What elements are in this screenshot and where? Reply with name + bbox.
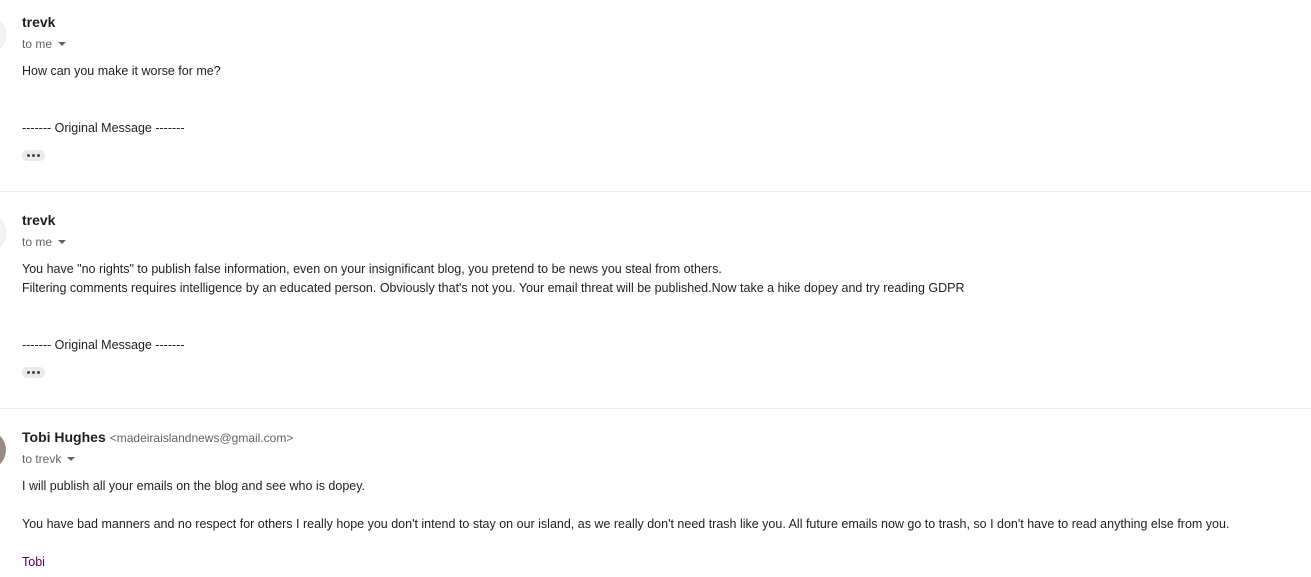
message-2: trevk to me You have "no rights" to publ… [0, 192, 1311, 408]
message-3: Tobi Hughes <madeiraislandnews@gmail.com>… [0, 409, 1311, 577]
message-body-line: You have bad manners and no respect for … [22, 517, 1230, 531]
sender-avatar[interactable] [0, 15, 6, 55]
show-trimmed-content-button[interactable] [22, 367, 45, 378]
recipient-label: to me [22, 235, 53, 249]
original-message-header: ------- Original Message ------- [22, 338, 185, 352]
sender-name[interactable]: trevk [22, 212, 55, 228]
recipient-details[interactable]: to trevk [22, 452, 76, 466]
sender-line: Tobi Hughes <madeiraislandnews@gmail.com> [22, 429, 293, 447]
caret-down-icon[interactable] [58, 239, 67, 244]
email-thread: trevk to me How can you make it worse fo… [0, 0, 1311, 577]
more-horiz-icon [27, 154, 30, 157]
message-1: trevk to me How can you make it worse fo… [0, 0, 1311, 191]
recipient-details[interactable]: to me [22, 235, 67, 249]
sender-line: trevk [22, 14, 55, 32]
message-body-line: Filtering comments requires intelligence… [22, 281, 965, 295]
sender-line: trevk [22, 212, 55, 230]
message-body-line: I will publish all your emails on the bl… [22, 479, 366, 493]
caret-down-icon[interactable] [58, 41, 67, 46]
sender-name[interactable]: trevk [22, 14, 55, 30]
signature: Tobi [22, 555, 45, 569]
message-body: How can you make it worse for me? [22, 64, 221, 78]
show-trimmed-content-button[interactable] [22, 150, 45, 161]
sender-avatar[interactable] [0, 213, 6, 253]
sender-avatar[interactable] [0, 430, 6, 470]
sender-email[interactable]: <madeiraislandnews@gmail.com> [110, 431, 294, 445]
caret-down-icon[interactable] [67, 456, 76, 461]
recipient-details[interactable]: to me [22, 37, 67, 51]
more-horiz-icon [27, 371, 30, 374]
sender-name[interactable]: Tobi Hughes [22, 429, 106, 445]
original-message-header: ------- Original Message ------- [22, 121, 185, 135]
message-body-line: You have "no rights" to publish false in… [22, 262, 722, 276]
recipient-label: to trevk [22, 452, 62, 466]
recipient-label: to me [22, 37, 53, 51]
